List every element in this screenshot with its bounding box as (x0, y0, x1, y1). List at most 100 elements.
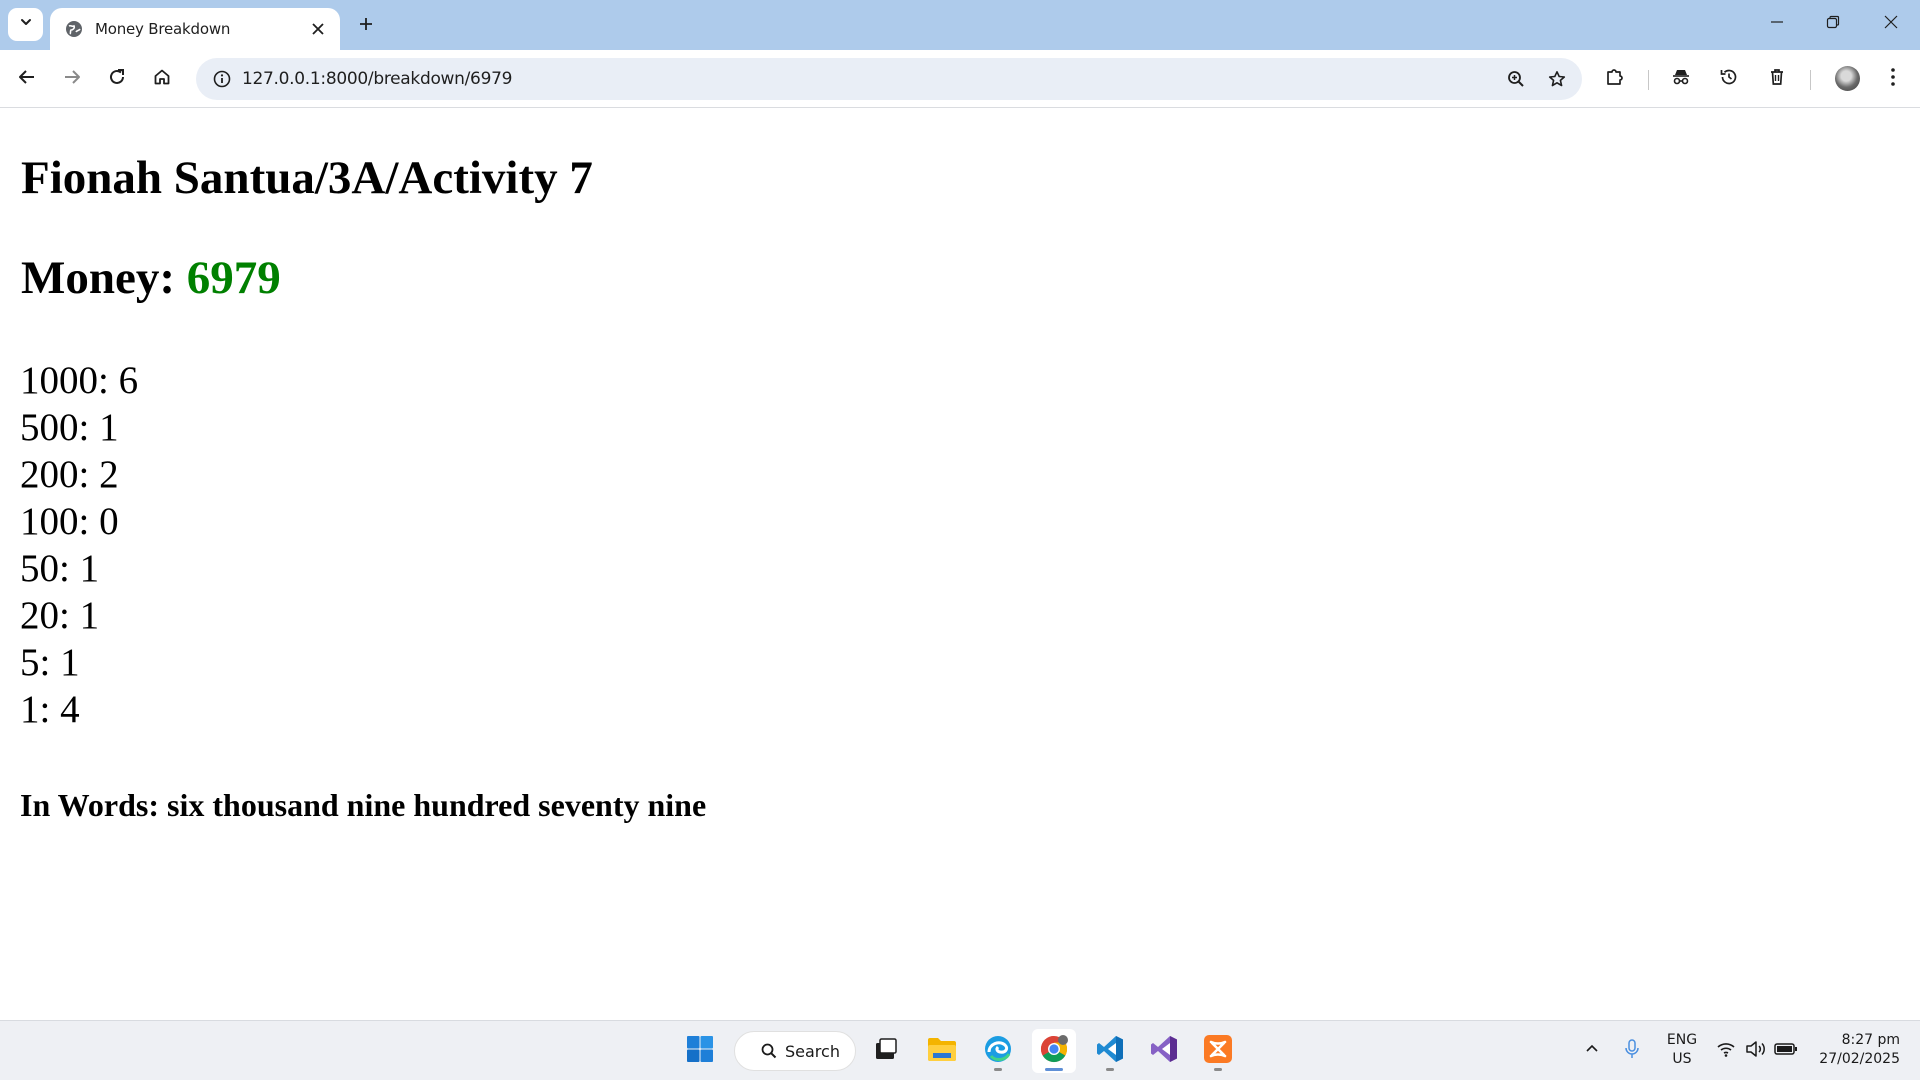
denomination: 20 (20, 594, 59, 637)
visual-studio-icon (1149, 1034, 1179, 1069)
system-clock[interactable]: 8:27 pm 27/02/2025 (1800, 1031, 1900, 1069)
chrome-icon (1039, 1034, 1069, 1069)
task-view-button[interactable] (864, 1029, 908, 1073)
denomination-count: 2 (99, 453, 119, 496)
site-info-icon[interactable] (206, 63, 238, 95)
delete-button[interactable] (1760, 62, 1794, 96)
visual-studio-app[interactable] (1142, 1029, 1186, 1073)
active-indicator (1045, 1068, 1063, 1071)
search-label: Search (785, 1041, 840, 1061)
toolbar-divider (1648, 70, 1649, 90)
tab-title: Money Breakdown (95, 20, 231, 38)
language-indicator[interactable]: ENG US (1662, 1031, 1702, 1069)
start-button[interactable] (678, 1029, 722, 1073)
denomination-count: 1 (60, 641, 80, 684)
edge-icon (983, 1034, 1013, 1069)
denomination: 500 (20, 406, 79, 449)
denomination: 1000 (20, 359, 98, 402)
money-label: Money: (21, 252, 187, 304)
plus-icon (358, 16, 374, 37)
browser-toolbar: 127.0.0.1:8000/breakdown/6979 (0, 50, 1920, 108)
taskbar-search[interactable]: Search (734, 1031, 856, 1071)
running-indicator (994, 1068, 1002, 1071)
restore-button[interactable] (1810, 6, 1856, 42)
microphone-button[interactable] (1618, 1037, 1646, 1065)
bookmark-star-icon[interactable] (1541, 63, 1573, 95)
zoom-icon[interactable] (1500, 63, 1532, 95)
volume-button[interactable] (1742, 1037, 1770, 1065)
profile-avatar[interactable] (1835, 66, 1860, 91)
breakdown-row: 5: 1 (20, 641, 80, 684)
denomination-count: 6 (118, 359, 139, 402)
taskbar: Search ENG US 8:27 pm 27/02/2025 (0, 1020, 1920, 1080)
vscode-icon (1095, 1034, 1125, 1069)
new-tab-button[interactable] (352, 12, 380, 40)
running-indicator (1214, 1068, 1222, 1071)
globe-icon (64, 20, 83, 39)
breakdown-row: 200: 2 (20, 453, 119, 496)
microphone-icon (1624, 1038, 1640, 1064)
denomination-count: 1 (99, 406, 119, 449)
search-icon (761, 1043, 777, 1059)
file-explorer-app[interactable] (920, 1029, 964, 1073)
language-code: ENG (1666, 1032, 1698, 1048)
xampp-app[interactable] (1196, 1029, 1240, 1073)
breakdown-row: 1000: 6 (20, 359, 139, 402)
url-text[interactable]: 127.0.0.1:8000/breakdown/6979 (242, 58, 512, 100)
arrow-right-icon (63, 68, 81, 91)
minimize-button[interactable] (1754, 6, 1800, 42)
denomination-count: 1 (79, 547, 100, 590)
battery-button[interactable] (1772, 1037, 1800, 1065)
breakdown-row: 50: 1 (20, 547, 100, 590)
page-content: Fionah Santua/3A/Activity 7 Money: 6979 … (0, 109, 1920, 1020)
page-title: Fionah Santua/3A/Activity 7 (21, 152, 593, 204)
close-window-button[interactable] (1868, 6, 1914, 42)
tab-strip: Money Breakdown (0, 0, 1920, 50)
region-code: US (1672, 1051, 1692, 1067)
denomination: 100 (20, 500, 79, 543)
show-hidden-icons-button[interactable] (1578, 1037, 1606, 1065)
menu-button[interactable] (1876, 62, 1910, 96)
volume-icon (1745, 1040, 1767, 1063)
windows-logo-icon (686, 1035, 714, 1068)
wifi-button[interactable] (1712, 1037, 1740, 1065)
denomination-count: 0 (99, 500, 119, 543)
chrome-app[interactable] (1032, 1029, 1076, 1073)
denomination-count: 1 (79, 594, 100, 637)
arrow-left-icon (18, 68, 36, 91)
breakdown-row: 100: 0 (20, 500, 119, 543)
extensions-button[interactable] (1598, 62, 1632, 96)
tab-search-button[interactable] (8, 8, 43, 41)
minimize-icon (1770, 15, 1784, 34)
incognito-button[interactable] (1664, 62, 1698, 96)
denomination: 5 (20, 641, 40, 684)
tab-money-breakdown[interactable]: Money Breakdown (50, 8, 340, 50)
back-button[interactable] (10, 62, 44, 96)
vscode-app[interactable] (1088, 1029, 1132, 1073)
close-icon (1884, 15, 1898, 34)
history-button[interactable] (1712, 62, 1746, 96)
puzzle-icon (1605, 67, 1625, 92)
reload-icon (108, 68, 126, 91)
denomination-count: 4 (60, 688, 80, 731)
denomination: 200 (20, 453, 79, 496)
running-indicator (1106, 1068, 1114, 1071)
folder-icon (927, 1036, 957, 1067)
toolbar-divider (1810, 70, 1811, 90)
breakdown-row: 500: 1 (20, 406, 119, 449)
close-tab-icon[interactable] (308, 19, 328, 39)
chevron-down-icon (19, 15, 33, 34)
wifi-icon (1716, 1041, 1736, 1062)
restore-icon (1826, 15, 1840, 34)
money-value: 6979 (186, 252, 281, 304)
battery-icon (1774, 1042, 1798, 1061)
history-icon (1719, 67, 1739, 92)
home-button[interactable] (145, 62, 179, 96)
address-bar[interactable]: 127.0.0.1:8000/breakdown/6979 (196, 58, 1582, 100)
edge-app[interactable] (976, 1029, 1020, 1073)
forward-button[interactable] (55, 62, 89, 96)
reload-button[interactable] (100, 62, 134, 96)
amount-in-words: In Words: six thousand nine hundred seve… (20, 787, 707, 823)
task-view-icon (873, 1036, 899, 1067)
clock-date: 27/02/2025 (1819, 1051, 1900, 1067)
